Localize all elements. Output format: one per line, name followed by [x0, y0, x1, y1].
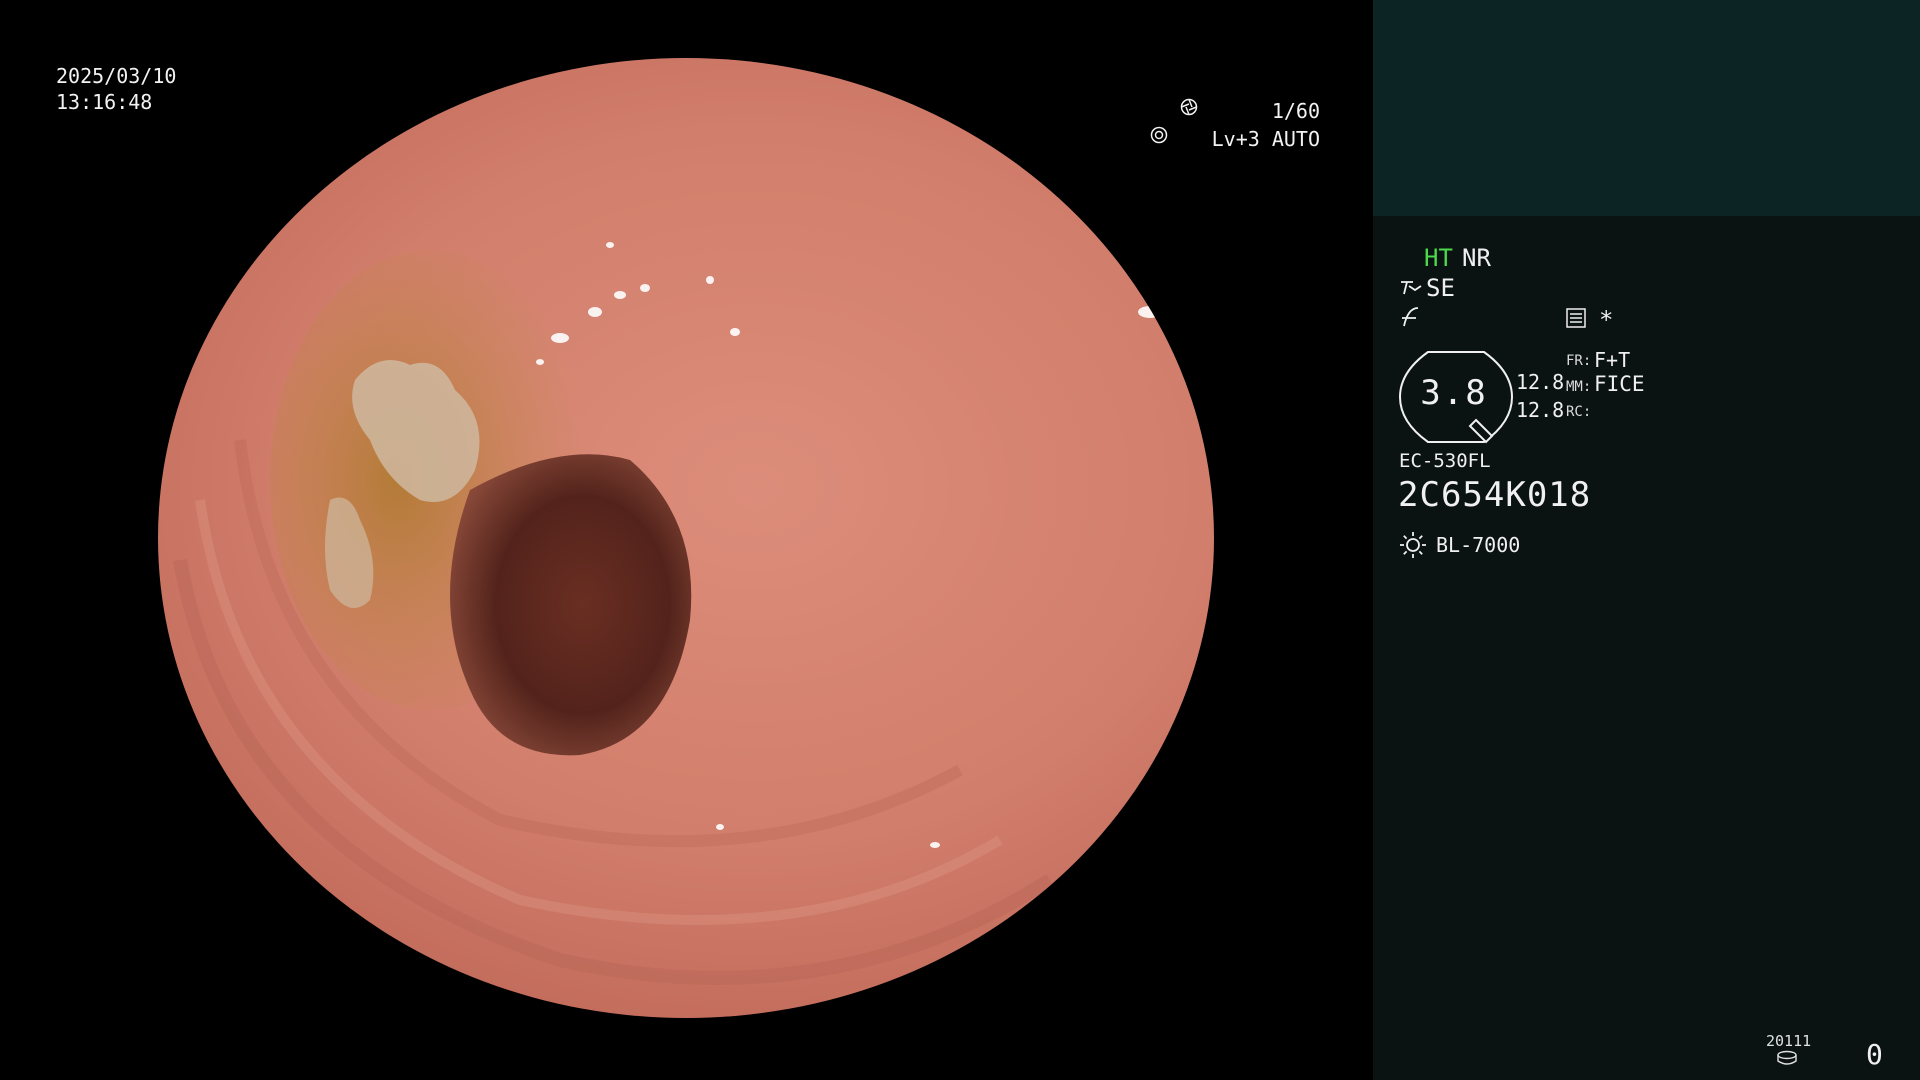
mm-value: FICE	[1594, 372, 1645, 396]
value-2: 12.8	[1516, 398, 1565, 422]
patient-info-area	[1373, 0, 1920, 216]
endoscope-image	[158, 58, 1214, 1018]
filter-icon	[1402, 307, 1419, 327]
exposure-level-readout: Lv+3 AUTO	[1150, 126, 1320, 152]
fr-value: F+T	[1594, 348, 1631, 372]
date-text: 2025/03/10	[56, 64, 177, 88]
scope-serial: 2C654K018	[1398, 475, 1592, 515]
shutter-readout: 1/60	[1180, 98, 1320, 124]
time-text: 13:16:48	[56, 90, 153, 114]
iris-icon	[1150, 126, 1168, 144]
shutter-text: 1/60	[1271, 99, 1320, 123]
fr-label: FR:	[1566, 353, 1592, 369]
date-time-readout: 2025/03/10 13:16:48	[56, 63, 176, 115]
scope-model: EC-530FL	[1399, 450, 1491, 472]
image-counter: 20111	[1766, 1032, 1812, 1050]
capture-count: 0	[1866, 1038, 1883, 1071]
rc-label: RC:	[1566, 404, 1592, 420]
structure-enhance-icon	[1401, 281, 1422, 295]
lens-value: 3.8	[1420, 373, 1488, 413]
light-source-icon	[1400, 532, 1426, 558]
star-indicator: *	[1599, 306, 1614, 334]
document-icon	[1566, 308, 1586, 328]
value-1: 12.8	[1516, 370, 1565, 394]
shutter-icon	[1180, 98, 1198, 116]
nr-indicator: NR	[1462, 244, 1491, 272]
mm-label: MM:	[1566, 379, 1592, 395]
light-source-label: BL-7000	[1436, 533, 1521, 557]
storage-icon	[1777, 1050, 1797, 1065]
level-text: Lv+3 AUTO	[1211, 127, 1320, 151]
ht-indicator: HT	[1424, 244, 1453, 272]
se-indicator: SE	[1426, 274, 1455, 302]
info-panel: HT NR SE * 3.8 12.8 12.8 FR: F+T MM: FIC…	[1373, 0, 1920, 1080]
endoscope-video: 2025/03/10 13:16:48 1/60 Lv+3 AUTO	[0, 0, 1373, 1080]
